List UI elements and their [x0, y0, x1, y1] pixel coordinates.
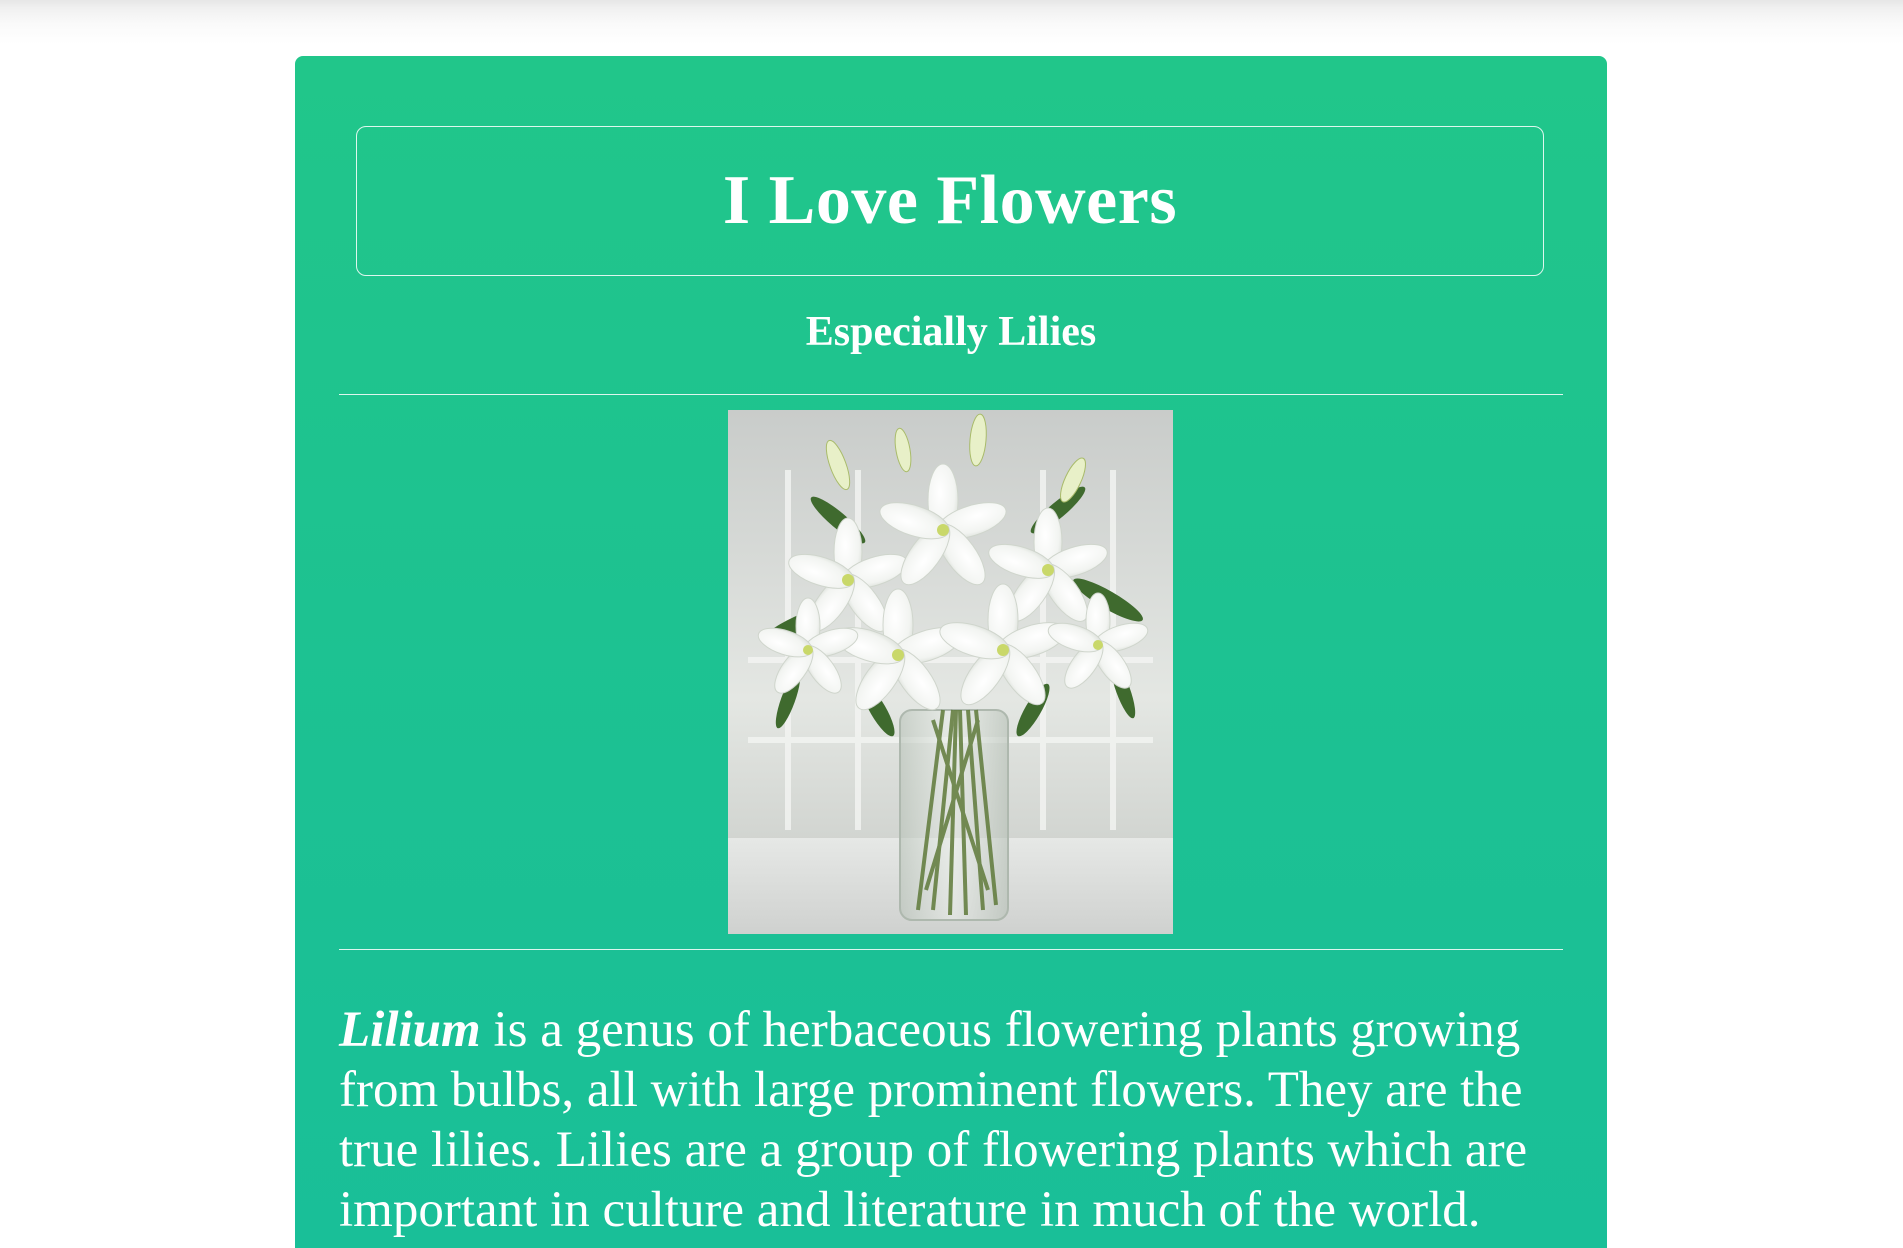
top-divider	[339, 394, 1563, 395]
browser-top-shadow	[0, 0, 1903, 44]
lilium-description: Lilium is a genus of herbaceous flowerin…	[339, 1000, 1579, 1240]
content-card: I Love Flowers Especially Lilies Lilium …	[295, 56, 1607, 1248]
description-text: is a genus of herbaceous flowering plant…	[339, 1002, 1528, 1238]
page-subtitle: Especially Lilies	[805, 309, 1097, 355]
lilies-photo	[728, 410, 1173, 934]
bottom-divider	[339, 949, 1563, 950]
genus-name: Lilium	[339, 1002, 481, 1058]
page-title: I Love Flowers	[722, 162, 1178, 239]
title-box: I Love Flowers	[356, 126, 1544, 276]
